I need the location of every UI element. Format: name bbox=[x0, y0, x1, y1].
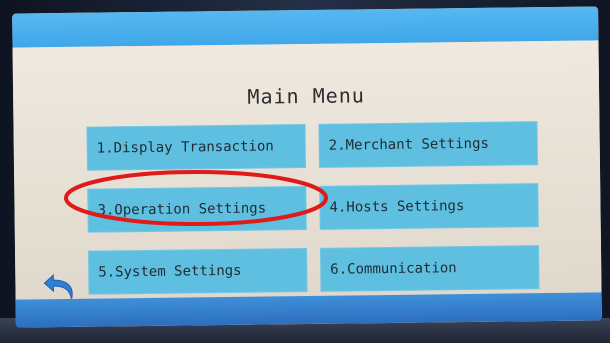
device-photo: Main Menu 1.Display Transaction 2.Mercha… bbox=[0, 0, 610, 343]
menu-item-label: 1.Display Transaction bbox=[96, 138, 274, 157]
terminal-screen: Main Menu 1.Display Transaction 2.Mercha… bbox=[12, 6, 602, 328]
operation-settings-button[interactable]: 3.Operation Settings bbox=[87, 186, 307, 233]
merchant-settings-button[interactable]: 2.Merchant Settings bbox=[318, 121, 538, 168]
menu-panel: Main Menu 1.Display Transaction 2.Mercha… bbox=[12, 40, 602, 300]
menu-item-label: 2.Merchant Settings bbox=[328, 135, 489, 154]
page-title: Main Menu bbox=[247, 83, 365, 109]
menu-item-label: 4.Hosts Settings bbox=[329, 198, 465, 216]
system-settings-button[interactable]: 5.System Settings bbox=[88, 248, 308, 295]
menu-item-label: 6.Communication bbox=[330, 260, 457, 278]
hosts-settings-button[interactable]: 4.Hosts Settings bbox=[319, 183, 539, 230]
menu-item-label: 5.System Settings bbox=[98, 262, 242, 281]
menu-item-label: 3.Operation Settings bbox=[97, 200, 267, 219]
communication-button[interactable]: 6.Communication bbox=[319, 245, 540, 292]
display-transaction-button[interactable]: 1.Display Transaction bbox=[86, 124, 307, 171]
